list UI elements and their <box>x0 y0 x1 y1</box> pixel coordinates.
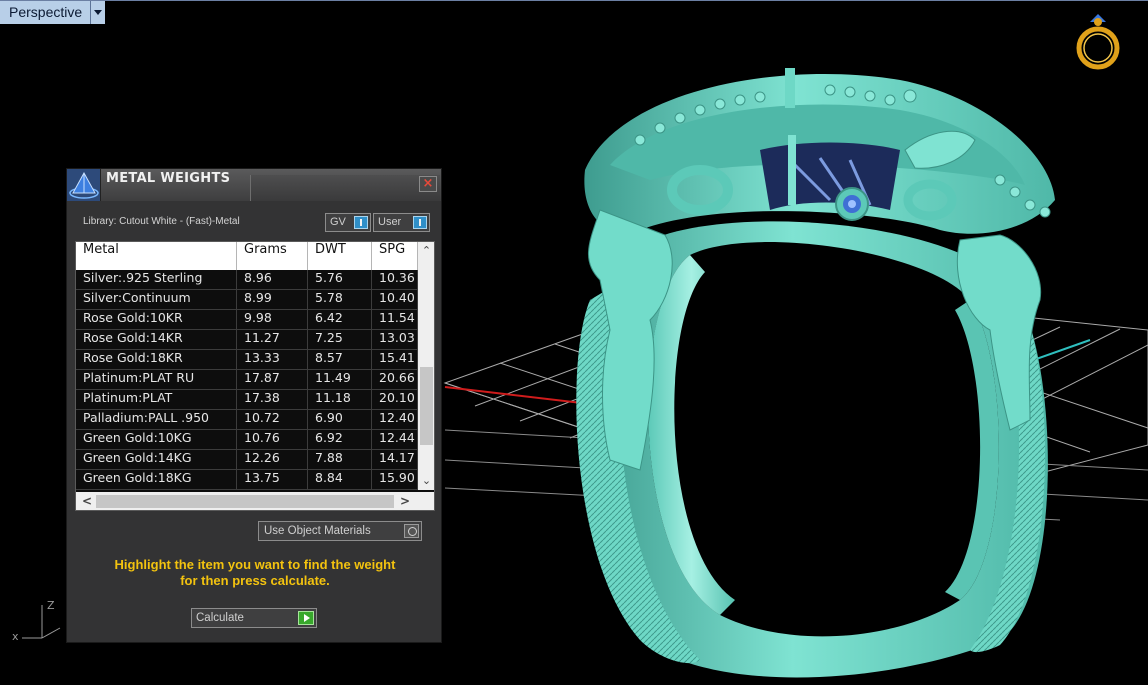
close-icon[interactable]: × <box>419 176 437 192</box>
viewport-menu-dropdown[interactable] <box>91 1 106 24</box>
column-header-spg[interactable]: SPG <box>372 242 418 270</box>
cell-metal: Green Gold:10KG <box>76 430 237 449</box>
column-header-grams[interactable]: Grams <box>237 242 308 270</box>
instruction-line-2: for then press calculate. <box>180 573 330 588</box>
column-header-dwt[interactable]: DWT <box>308 242 372 270</box>
table-row[interactable]: Palladium:PALL .950 10.72 6.90 12.40 <box>76 410 418 430</box>
gv-button-label: GV <box>330 216 346 228</box>
cell-spg: 10.36 <box>372 270 418 289</box>
cell-grams: 17.87 <box>237 370 308 389</box>
instruction-line-1: Highlight the item you want to find the … <box>114 557 396 572</box>
scroll-thumb[interactable] <box>420 367 433 445</box>
horizontal-scrollbar[interactable]: < > <box>76 492 434 510</box>
cell-metal: Silver:.925 Sterling <box>76 270 237 289</box>
cell-dwt: 11.49 <box>308 370 372 389</box>
play-icon <box>298 611 314 625</box>
cell-spg: 15.90 <box>372 470 418 489</box>
cell-metal: Green Gold:18KG <box>76 470 237 489</box>
table-row[interactable]: Rose Gold:14KR 11.27 7.25 13.03 <box>76 330 418 350</box>
pyramid-icon <box>67 169 101 201</box>
table-row[interactable]: Green Gold:10KG 10.76 6.92 12.44 <box>76 430 418 450</box>
cell-grams: 8.96 <box>237 270 308 289</box>
scroll-left-icon[interactable]: < <box>78 492 96 510</box>
cell-dwt: 5.78 <box>308 290 372 309</box>
user-button-label: User <box>378 216 402 228</box>
metal-weights-dialog: METAL WEIGHTS × Library: Cutout White - … <box>66 168 442 643</box>
column-header-metal[interactable]: Metal <box>76 242 237 270</box>
cell-metal: Rose Gold:10KR <box>76 310 237 329</box>
cell-dwt: 11.18 <box>308 390 372 409</box>
calculate-button-label: Calculate <box>196 612 244 624</box>
scroll-thumb[interactable] <box>96 495 394 508</box>
cell-spg: 12.40 <box>372 410 418 429</box>
cell-metal: Rose Gold:14KR <box>76 330 237 349</box>
cell-dwt: 8.84 <box>308 470 372 489</box>
info-icon <box>354 216 368 229</box>
cell-metal: Palladium:PALL .950 <box>76 410 237 429</box>
cell-metal: Rose Gold:18KR <box>76 350 237 369</box>
cell-dwt: 5.76 <box>308 270 372 289</box>
radio-icon <box>404 524 419 538</box>
cell-grams: 10.76 <box>237 430 308 449</box>
table-header: Metal Grams DWT SPG <box>76 242 418 270</box>
metal-weights-table[interactable]: Metal Grams DWT SPG Silver:.925 Sterling… <box>75 241 435 511</box>
viewport-title[interactable]: Perspective <box>0 1 92 24</box>
table-row[interactable]: Green Gold:14KG 12.26 7.88 14.17 <box>76 450 418 470</box>
cell-spg: 20.66 <box>372 370 418 389</box>
cell-spg: 14.17 <box>372 450 418 469</box>
cell-spg: 20.10 <box>372 390 418 409</box>
viewport-tab[interactable]: Perspective <box>0 1 106 24</box>
cell-grams: 8.99 <box>237 290 308 309</box>
calculate-button[interactable]: Calculate <box>191 608 317 628</box>
scroll-right-icon[interactable]: > <box>396 492 414 510</box>
cell-dwt: 6.92 <box>308 430 372 449</box>
gv-button[interactable]: GV <box>325 213 371 232</box>
cell-metal: Platinum:PLAT <box>76 390 237 409</box>
cell-dwt: 7.25 <box>308 330 372 349</box>
table-row[interactable]: Green Gold:18KG 13.75 8.84 15.90 <box>76 470 418 490</box>
library-label: Library: Cutout White - (Fast)-Metal <box>83 216 240 227</box>
cell-grams: 13.75 <box>237 470 308 489</box>
cell-dwt: 8.57 <box>308 350 372 369</box>
use-object-materials-toggle[interactable]: Use Object Materials <box>258 521 422 541</box>
cell-grams: 9.98 <box>237 310 308 329</box>
table-row[interactable]: Platinum:PLAT RU 17.87 11.49 20.66 <box>76 370 418 390</box>
info-icon <box>413 216 427 229</box>
cell-spg: 10.40 <box>372 290 418 309</box>
use-object-materials-label: Use Object Materials <box>264 525 371 537</box>
cell-metal: Platinum:PLAT RU <box>76 370 237 389</box>
scroll-up-icon[interactable]: ⌃ <box>418 242 434 260</box>
cell-spg: 13.03 <box>372 330 418 349</box>
user-button[interactable]: User <box>373 213 430 232</box>
table-row[interactable]: Rose Gold:18KR 13.33 8.57 15.41 <box>76 350 418 370</box>
cell-dwt: 6.42 <box>308 310 372 329</box>
cell-metal: Green Gold:14KG <box>76 450 237 469</box>
table-row[interactable]: Silver:Continuum 8.99 5.78 10.40 <box>76 290 418 310</box>
chevron-down-icon <box>94 10 103 15</box>
table-row[interactable]: Rose Gold:10KR 9.98 6.42 11.54 <box>76 310 418 330</box>
table-row[interactable]: Silver:.925 Sterling 8.96 5.76 10.36 <box>76 270 418 290</box>
cell-metal: Silver:Continuum <box>76 290 237 309</box>
dialog-title-bar[interactable]: METAL WEIGHTS × <box>67 169 441 201</box>
cell-dwt: 6.90 <box>308 410 372 429</box>
cell-grams: 17.38 <box>237 390 308 409</box>
cell-grams: 13.33 <box>237 350 308 369</box>
cell-spg: 12.44 <box>372 430 418 449</box>
cell-grams: 12.26 <box>237 450 308 469</box>
cell-dwt: 7.88 <box>308 450 372 469</box>
scroll-down-icon[interactable]: ⌄ <box>418 472 434 490</box>
cell-spg: 15.41 <box>372 350 418 369</box>
vertical-scrollbar[interactable]: ⌃ ⌄ <box>418 242 434 490</box>
cell-grams: 11.27 <box>237 330 308 349</box>
cell-spg: 11.54 <box>372 310 418 329</box>
table-row[interactable]: Platinum:PLAT 17.38 11.18 20.10 <box>76 390 418 410</box>
dialog-title: METAL WEIGHTS <box>106 171 231 186</box>
dialog-title-tab <box>250 175 440 201</box>
table-body: Silver:.925 Sterling 8.96 5.76 10.36 Silver… <box>76 270 418 490</box>
instruction-text: Highlight the item you want to find the … <box>85 557 425 589</box>
cell-grams: 10.72 <box>237 410 308 429</box>
